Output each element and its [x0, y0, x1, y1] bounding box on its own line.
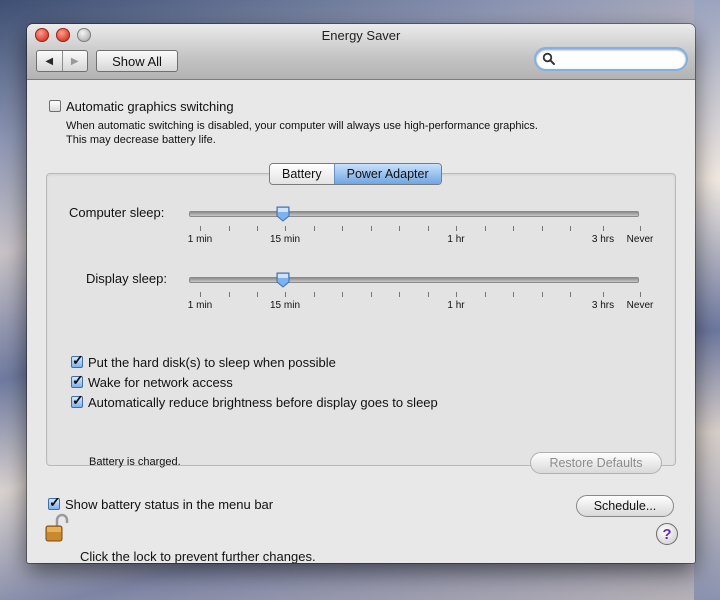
- display-sleep-tick-1hr: 1 hr: [447, 300, 465, 311]
- computer-sleep-tick-1min: 1 min: [187, 234, 213, 245]
- back-forward-control: ◀ ▶: [36, 50, 88, 72]
- lock-icon[interactable]: [45, 513, 69, 543]
- show-battery-status-checkbox[interactable]: ✓: [48, 494, 61, 510]
- slider-tick: [200, 292, 201, 297]
- reduce-brightness-label: Automatically reduce brightness before d…: [88, 395, 438, 410]
- slider-tick: [342, 292, 343, 297]
- help-icon[interactable]: ?: [656, 523, 678, 545]
- slider-tick: [485, 226, 486, 231]
- slider-tick: [603, 226, 604, 231]
- slider-tick: [542, 226, 543, 231]
- slider-tick: [285, 226, 286, 231]
- slider-tick: [399, 226, 400, 231]
- tab-battery[interactable]: Battery: [270, 164, 334, 184]
- forward-button[interactable]: ▶: [61, 51, 88, 71]
- show-battery-status-label: Show battery status in the menu bar: [65, 497, 274, 512]
- display-sleep-tick-3hrs: 3 hrs: [591, 300, 615, 311]
- computer-sleep-tick-1hr: 1 hr: [447, 234, 465, 245]
- display-sleep-tick-15min: 15 min: [269, 300, 301, 311]
- slider-tick: [371, 226, 372, 231]
- slider-tick: [371, 292, 372, 297]
- display-sleep-slider[interactable]: [189, 277, 639, 283]
- slider-tick: [456, 292, 457, 297]
- tab-power-adapter[interactable]: Power Adapter: [333, 164, 441, 184]
- slider-tick: [200, 226, 201, 231]
- restore-defaults-button[interactable]: Restore Defaults: [530, 452, 662, 474]
- slider-tick: [485, 292, 486, 297]
- computer-sleep-label: Computer sleep:: [69, 205, 165, 220]
- computer-sleep-tick-15min: 15 min: [269, 234, 301, 245]
- display-sleep-label: Display sleep:: [86, 271, 167, 286]
- slider-tick: [428, 226, 429, 231]
- energy-saver-window: Energy Saver ◀ ▶ Show All Automatic grap…: [27, 24, 695, 563]
- battery-status-text: Battery is charged.: [89, 456, 181, 468]
- slider-tick: [314, 292, 315, 297]
- slider-tick: [640, 292, 641, 297]
- slider-tick: [399, 292, 400, 297]
- window-title: Energy Saver: [321, 28, 401, 43]
- slider-tick: [513, 292, 514, 297]
- computer-sleep-tick-3hrs: 3 hrs: [591, 234, 615, 245]
- slider-tick: [314, 226, 315, 231]
- search-field[interactable]: [536, 49, 686, 69]
- reduce-brightness-checkbox[interactable]: ✓: [71, 392, 84, 408]
- computer-sleep-slider-thumb[interactable]: [276, 206, 290, 222]
- graphics-switching-label: Automatic graphics switching: [66, 99, 234, 114]
- slider-tick: [513, 226, 514, 231]
- slider-tick: [229, 292, 230, 297]
- slider-tick: [640, 226, 641, 231]
- desktop-background: [694, 0, 720, 600]
- show-all-button[interactable]: Show All: [96, 50, 178, 72]
- graphics-description-line2: This may decrease battery life.: [66, 134, 216, 146]
- back-button[interactable]: ◀: [37, 51, 62, 71]
- computer-sleep-slider[interactable]: [189, 211, 639, 217]
- graphics-switching-checkbox[interactable]: [49, 100, 61, 112]
- slider-tick: [229, 226, 230, 231]
- slider-tick: [456, 226, 457, 231]
- wake-network-checkbox[interactable]: ✓: [71, 372, 84, 388]
- slider-tick: [542, 292, 543, 297]
- graphics-description-line1: When automatic switching is disabled, yo…: [66, 120, 538, 132]
- checkmark-icon: ✓: [72, 352, 84, 368]
- hard-disk-sleep-label: Put the hard disk(s) to sleep when possi…: [88, 355, 336, 370]
- slider-tick: [257, 226, 258, 231]
- slider-tick: [603, 292, 604, 297]
- search-icon: [542, 52, 555, 65]
- slider-tick: [285, 292, 286, 297]
- preferences-content: Automatic graphics switching When automa…: [27, 80, 695, 563]
- checkmark-icon: ✓: [49, 494, 61, 510]
- lock-text: Click the lock to prevent further change…: [80, 549, 316, 563]
- slider-tick: [257, 292, 258, 297]
- schedule-button[interactable]: Schedule...: [576, 495, 674, 517]
- slider-tick: [342, 226, 343, 231]
- display-sleep-tick-1min: 1 min: [187, 300, 213, 311]
- display-sleep-tick-never: Never: [626, 300, 654, 311]
- checkmark-icon: ✓: [72, 372, 84, 388]
- hard-disk-sleep-checkbox[interactable]: ✓: [71, 352, 84, 368]
- display-sleep-slider-thumb[interactable]: [276, 272, 290, 288]
- tab-bar: Battery Power Adapter: [269, 163, 442, 185]
- checkmark-icon: ✓: [72, 392, 84, 408]
- slider-tick: [428, 292, 429, 297]
- titlebar: Energy Saver ◀ ▶ Show All: [27, 24, 695, 80]
- slider-tick: [570, 292, 571, 297]
- computer-sleep-tick-never: Never: [626, 234, 654, 245]
- wake-network-label: Wake for network access: [88, 375, 233, 390]
- slider-tick: [570, 226, 571, 231]
